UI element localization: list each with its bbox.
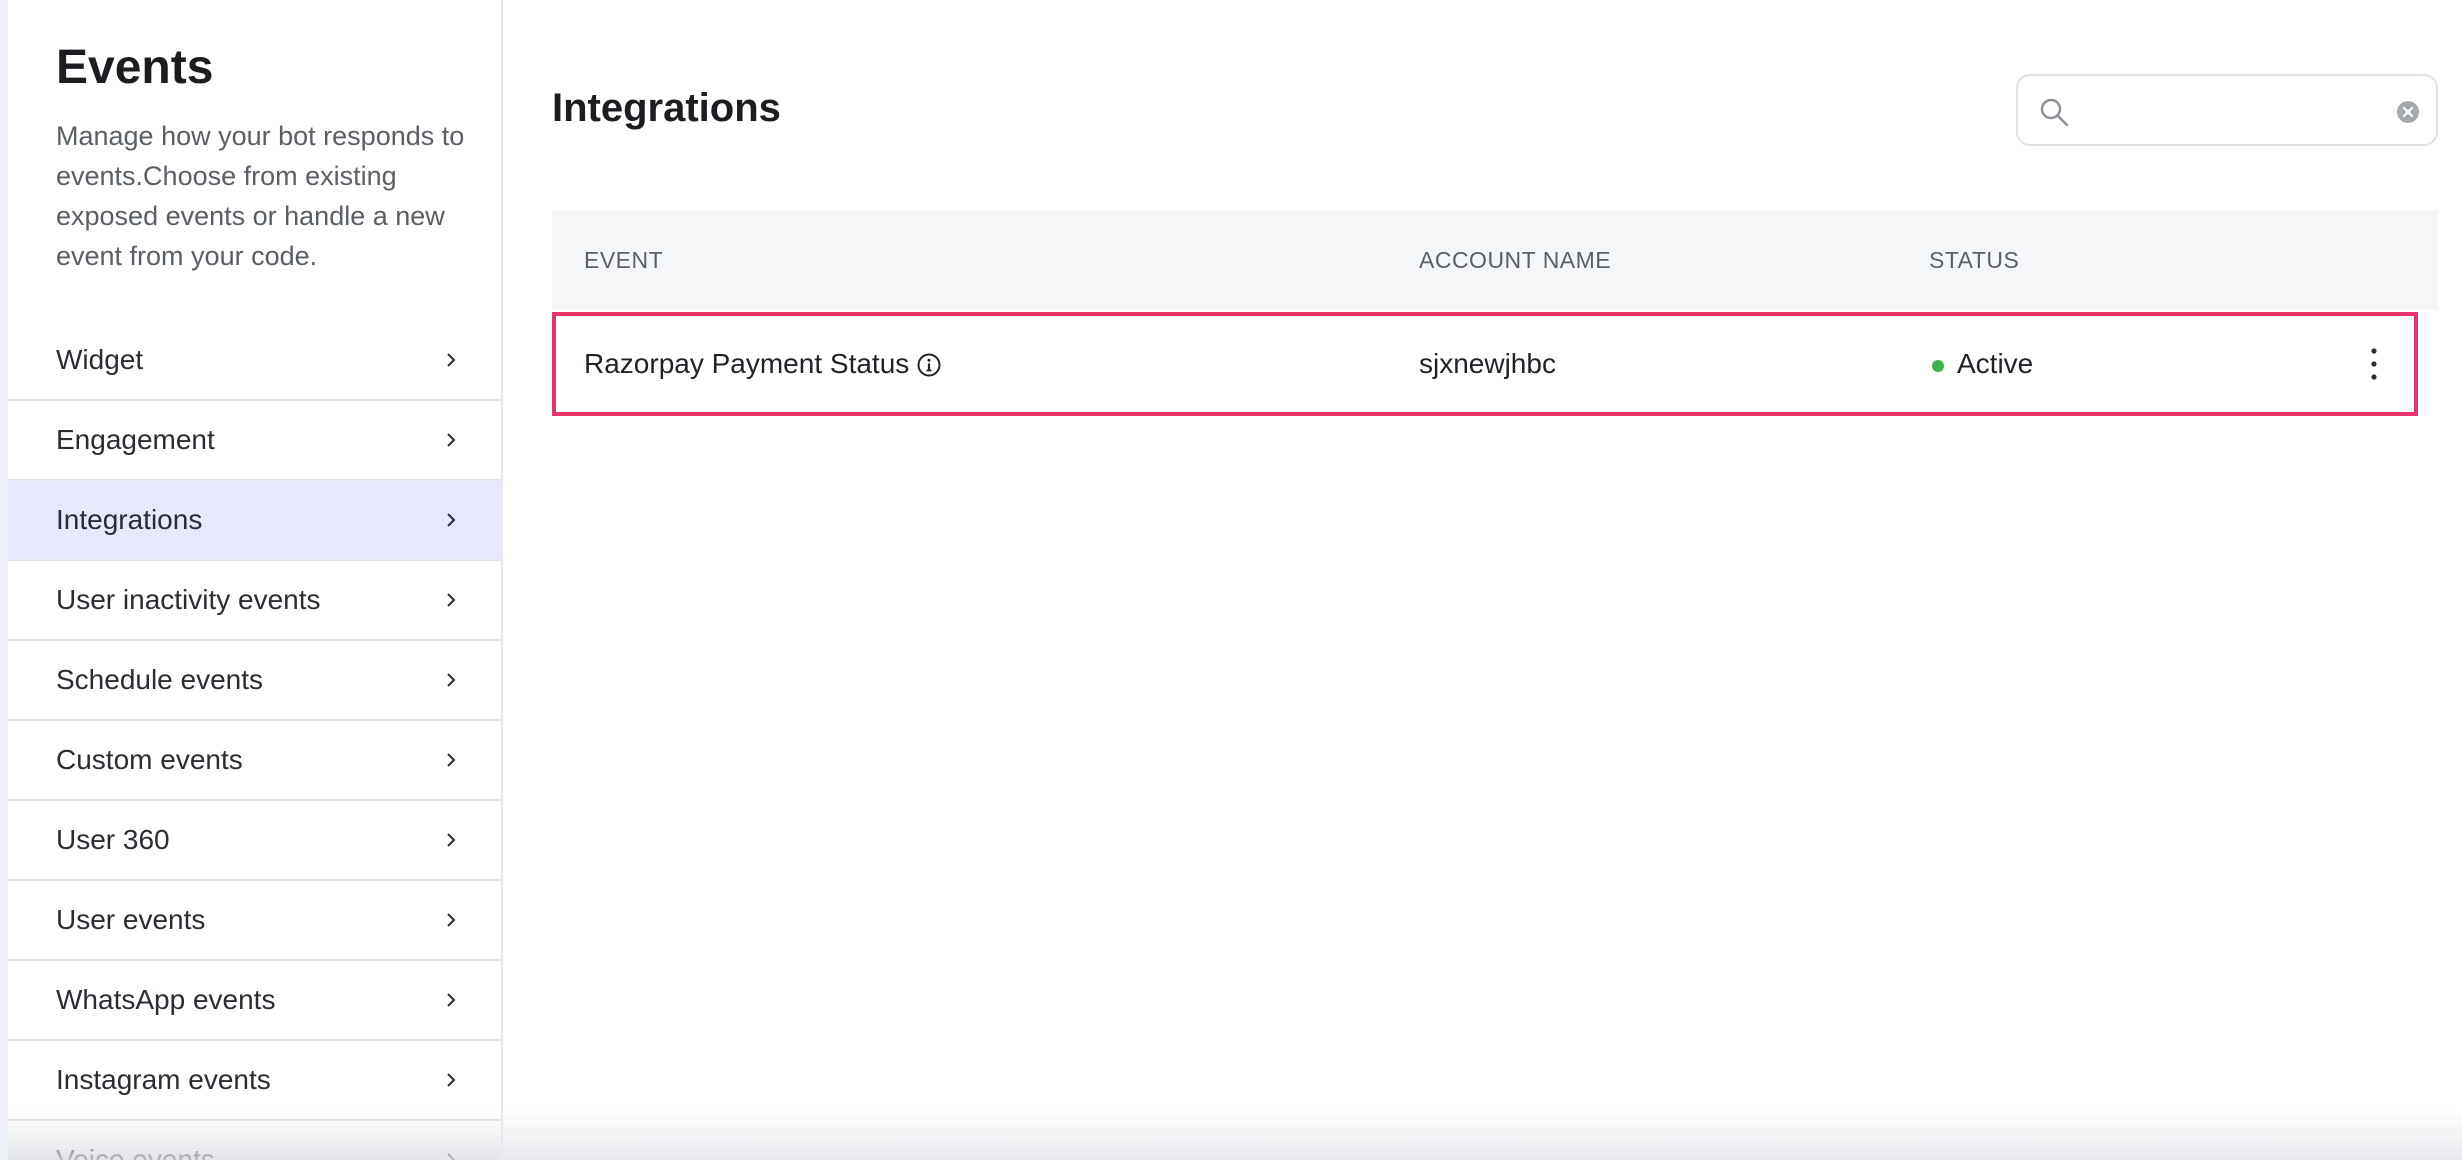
- info-icon[interactable]: [916, 352, 942, 378]
- events-sidebar: Events Manage how your bot responds to e…: [8, 0, 503, 1160]
- chevron-right-icon: [447, 353, 456, 367]
- nav-item-user-inactivity-events[interactable]: User inactivity events: [8, 561, 501, 641]
- clear-icon[interactable]: [2396, 100, 2420, 124]
- nav-item-schedule-events[interactable]: Schedule events: [8, 641, 501, 721]
- search-icon: [2040, 98, 2069, 127]
- nav-item-instagram-events[interactable]: Instagram events: [8, 1041, 501, 1121]
- nav-item-integrations[interactable]: Integrations: [8, 481, 501, 561]
- chevron-right-icon: [447, 913, 456, 927]
- chevron-right-icon: [447, 753, 456, 767]
- chevron-right-icon: [447, 1153, 456, 1160]
- chevron-right-icon: [447, 593, 456, 607]
- chevron-right-icon: [447, 513, 456, 527]
- account-name: sjxnewjhbc: [1419, 348, 1556, 379]
- sidebar-title: Events: [56, 41, 214, 94]
- chevron-right-icon: [447, 993, 456, 1007]
- chevron-right-icon: [447, 1073, 456, 1087]
- chevron-right-icon: [447, 433, 456, 447]
- nav-item-user-360[interactable]: User 360: [8, 801, 501, 881]
- nav-item-label: Engagement: [56, 424, 215, 455]
- column-header-status[interactable]: STATUS: [1929, 210, 2019, 310]
- nav-item-user-events[interactable]: User events: [8, 881, 501, 961]
- nav-item-label: Custom events: [56, 744, 243, 775]
- page-title: Integrations: [552, 86, 781, 130]
- status-active-dot: [1932, 360, 1944, 372]
- nav-item-label: Voice events: [56, 1144, 215, 1160]
- search-input[interactable]: [2084, 88, 2384, 134]
- table-row[interactable]: Razorpay Payment Status sjxnewjhbc Activ…: [552, 312, 2418, 416]
- bottom-scroll-fade: [503, 1110, 2462, 1160]
- sidebar-description: Manage how your bot responds to events.C…: [56, 121, 465, 271]
- nav-item-custom-events[interactable]: Custom events: [8, 721, 501, 801]
- nav-item-label: Schedule events: [56, 664, 264, 695]
- nav-item-label: User inactivity events: [56, 584, 321, 615]
- nav-item-label: Integrations: [56, 504, 203, 535]
- event-name: Razorpay Payment Status: [584, 348, 910, 379]
- nav-item-label: Instagram events: [56, 1064, 271, 1095]
- nav-item-label: User events: [56, 904, 206, 935]
- nav-item-whatsapp-events[interactable]: WhatsApp events: [8, 961, 501, 1041]
- kebab-menu-icon[interactable]: [2364, 344, 2384, 384]
- column-header-event[interactable]: EVENT: [584, 210, 663, 310]
- nav-item-label: Widget: [56, 344, 144, 375]
- nav-item-widget[interactable]: Widget: [8, 321, 501, 401]
- search-box: [2016, 74, 2438, 146]
- chevron-right-icon: [447, 833, 456, 847]
- nav-item-engagement[interactable]: Engagement: [8, 401, 501, 481]
- chevron-right-icon: [447, 673, 456, 687]
- nav-item-label: WhatsApp events: [56, 984, 276, 1015]
- status-label: Active: [1957, 348, 2034, 379]
- nav-item-label: User 360: [56, 824, 170, 855]
- app-root: Events Manage how your bot responds to e…: [0, 0, 2462, 1160]
- table-header: EVENT ACCOUNT NAME STATUS: [552, 210, 2438, 310]
- events-nav: Widget Engagement Integrations User inac…: [8, 321, 501, 1160]
- nav-item-voice-events[interactable]: Voice events: [8, 1121, 501, 1160]
- left-edge-strip: [0, 0, 8, 1160]
- column-header-account-name[interactable]: ACCOUNT NAME: [1419, 210, 1611, 310]
